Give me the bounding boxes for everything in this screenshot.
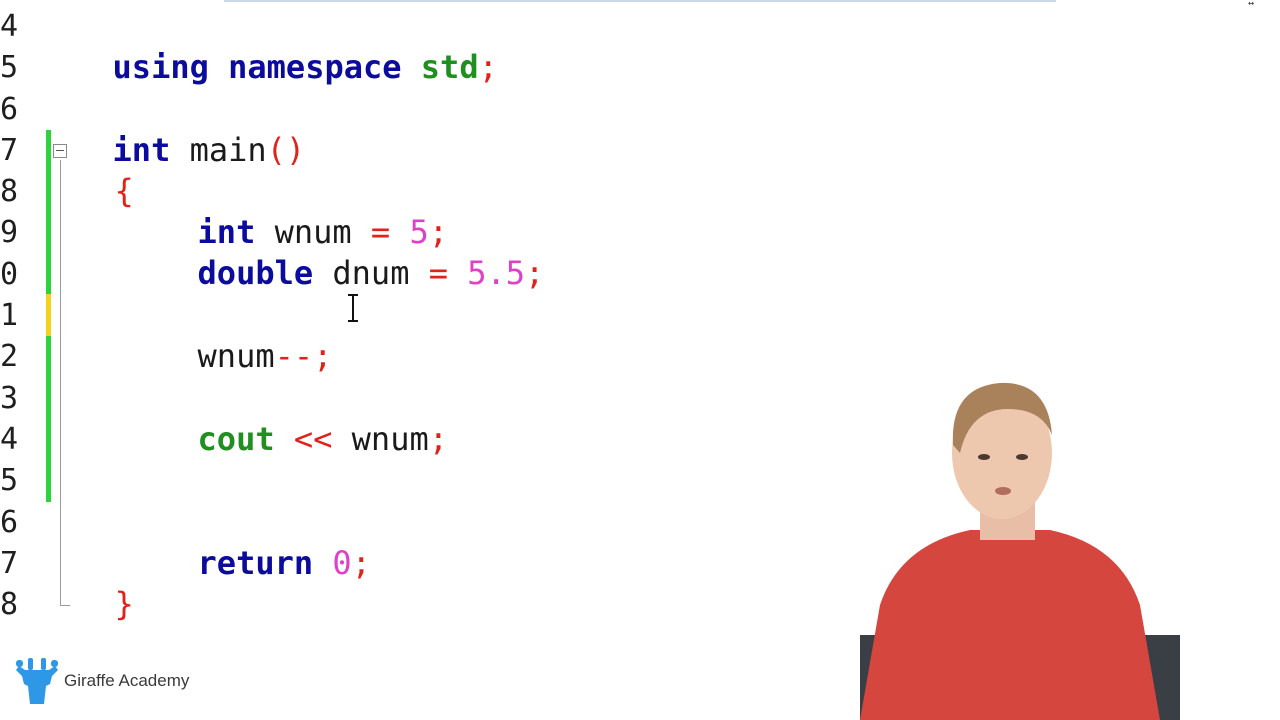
brand-label: Giraffe Academy [64, 671, 190, 690]
semicolon: ; [478, 48, 498, 86]
operator: -- [274, 337, 314, 375]
webcam-overlay [820, 375, 1200, 720]
change-marker-unsaved [46, 294, 51, 336]
line-number: 7 [0, 133, 19, 168]
code-line-8[interactable]: int wnum = 5; [159, 171, 448, 251]
semicolon: ; [313, 337, 333, 375]
code-line-7[interactable]: { [76, 130, 134, 210]
keyword: double [197, 254, 314, 292]
giraffe-icon [16, 658, 58, 704]
fold-guide-end [60, 605, 70, 606]
number-literal: 5.5 [467, 254, 526, 292]
line-number: 2 [0, 339, 19, 374]
parentheses: () [266, 131, 306, 169]
semicolon: ; [351, 544, 371, 582]
text-cursor-icon [347, 294, 359, 322]
keyword: using [112, 48, 209, 86]
operator: << [293, 420, 333, 458]
collapse-icon[interactable] [53, 144, 67, 158]
tab-strip-edge [224, 0, 1056, 2]
keyword: return [197, 544, 314, 582]
change-marker-saved [46, 130, 51, 294]
brand-watermark: Giraffe Academy [14, 654, 189, 708]
line-number: 8 [0, 174, 19, 209]
fold-guide [60, 160, 61, 606]
identifier: wnum [351, 420, 429, 458]
line-number: 5 [0, 463, 19, 498]
line-number: 0 [0, 257, 19, 292]
code-line-6[interactable]: int main() [74, 89, 306, 169]
line-number: 8 [0, 587, 19, 622]
number-literal: 0 [332, 544, 352, 582]
semicolon: ; [428, 420, 448, 458]
semicolon: ; [525, 254, 545, 292]
identifier: main [189, 131, 267, 169]
keyword: cout [197, 420, 275, 458]
change-marker-saved [46, 336, 51, 502]
close-brace: } [114, 585, 134, 623]
code-line-16[interactable]: return 0; [159, 502, 371, 582]
line-number: 4 [0, 422, 19, 457]
line-number: 6 [0, 92, 19, 127]
line-number-gutter: 4 5 6 7 8 9 0 1 2 3 4 5 6 7 8 [0, 0, 70, 720]
operator: = [428, 254, 448, 292]
line-number: 9 [0, 215, 19, 250]
resize-icon[interactable]: ↔ [1248, 0, 1254, 9]
identifier: std [420, 48, 479, 86]
code-line-13[interactable]: cout << wnum; [159, 378, 448, 458]
line-number: 3 [0, 381, 19, 416]
code-line-4[interactable]: using namespace std; [74, 6, 498, 86]
code-line-17[interactable]: } [76, 543, 134, 623]
identifier: wnum [197, 337, 275, 375]
line-number: 5 [0, 50, 19, 85]
keyword: namespace [228, 48, 402, 86]
identifier: dnum [332, 254, 410, 292]
line-number: 7 [0, 546, 19, 581]
line-number: 6 [0, 505, 19, 540]
line-number: 4 [0, 9, 19, 44]
code-line-11[interactable]: wnum--; [159, 295, 333, 375]
code-line-9[interactable]: double dnum = 5.5; [159, 212, 545, 292]
open-brace: { [114, 172, 134, 210]
line-number: 1 [0, 298, 19, 333]
